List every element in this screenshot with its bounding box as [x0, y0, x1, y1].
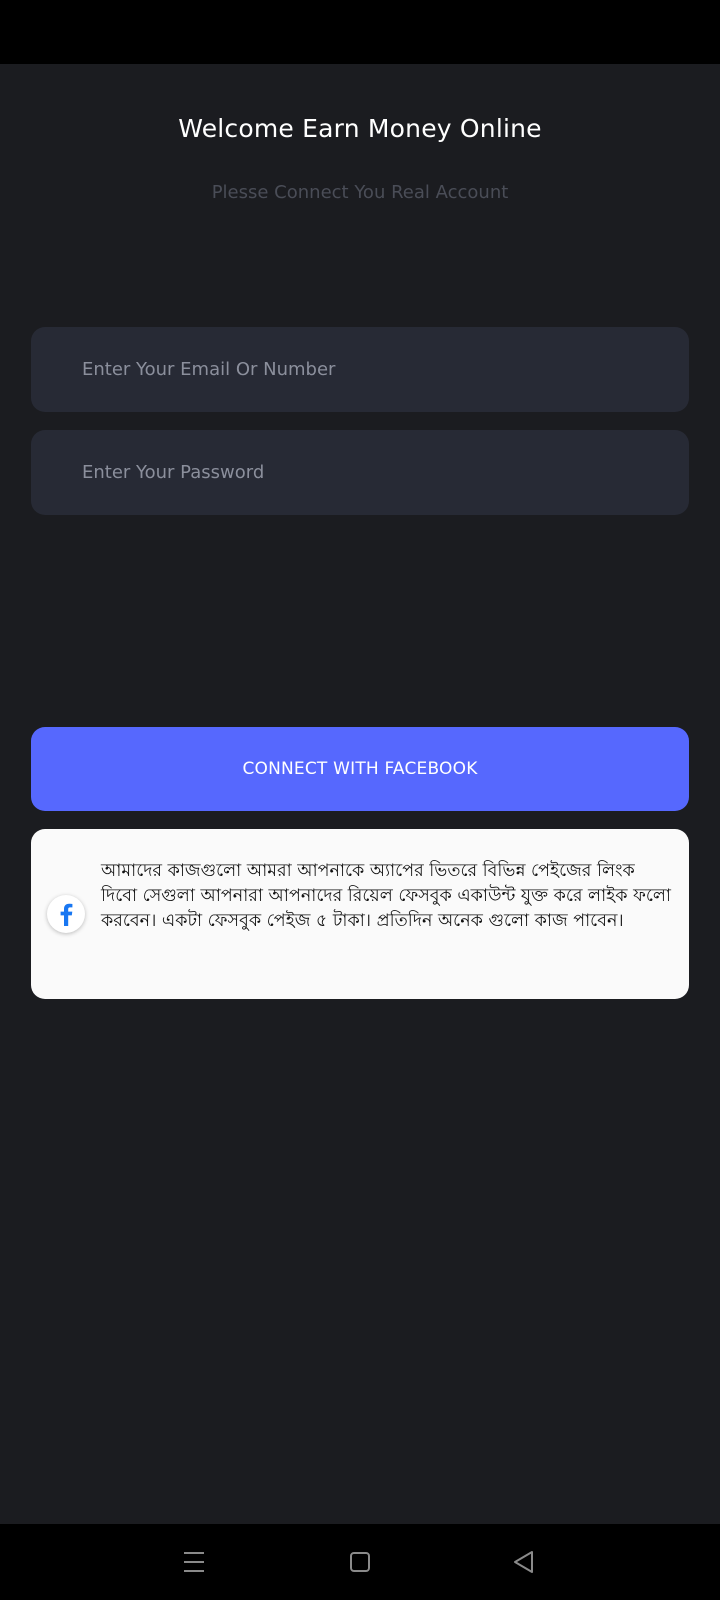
status-bar	[0, 0, 720, 64]
menu-icon[interactable]	[172, 1540, 216, 1584]
navigation-bar	[0, 1524, 720, 1600]
email-field-container	[31, 327, 689, 412]
page-subtitle: Plesse Connect You Real Account	[211, 182, 509, 203]
password-field-container	[31, 430, 689, 515]
facebook-icon	[47, 895, 85, 933]
email-field[interactable]	[31, 327, 689, 412]
home-icon[interactable]	[338, 1540, 382, 1584]
page-title: Welcome Earn Money Online	[178, 114, 542, 143]
password-field[interactable]	[31, 430, 689, 515]
info-text: আমাদের কাজগুলো আমরা আপনাকে অ্যাপের ভিতরে…	[101, 861, 671, 931]
info-card: আমাদের কাজগুলো আমরা আপনাকে অ্যাপের ভিতরে…	[31, 829, 689, 999]
connect-facebook-button[interactable]: CONNECT WITH FACEBOOK	[31, 727, 689, 811]
back-icon[interactable]	[502, 1540, 546, 1584]
